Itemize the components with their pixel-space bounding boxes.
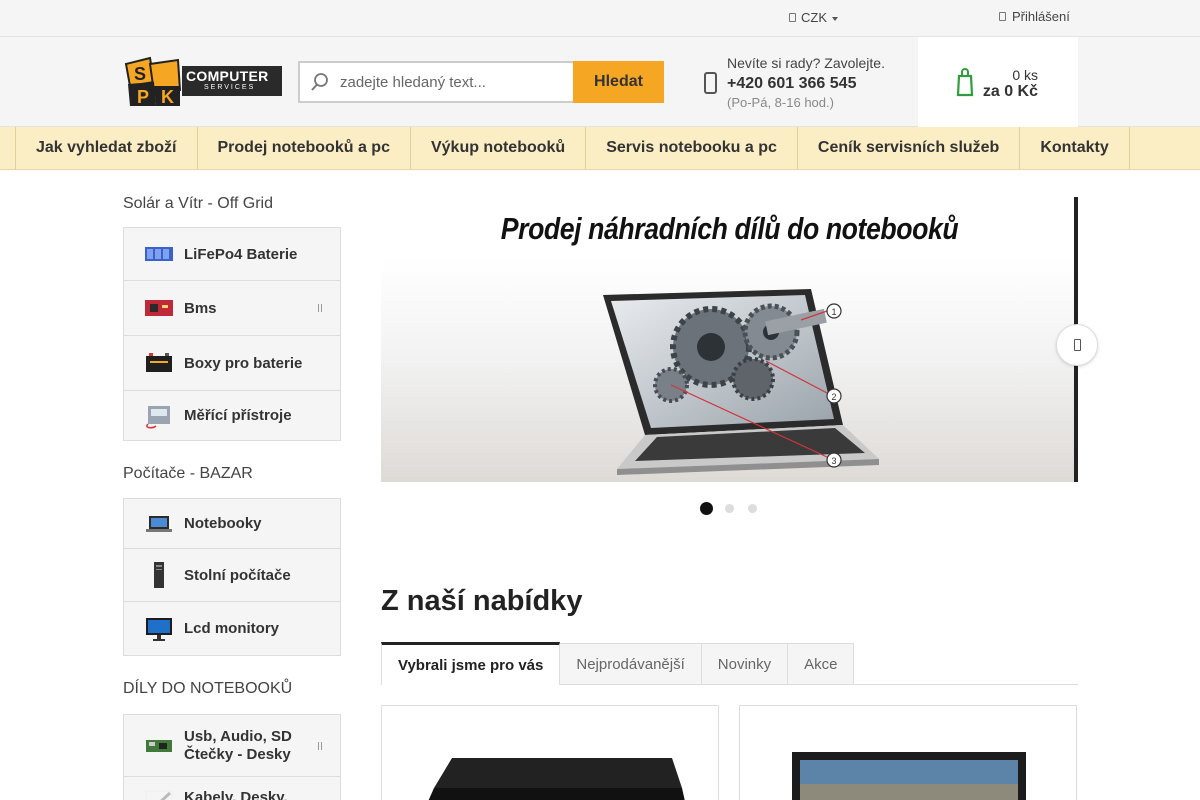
monitor-icon	[146, 617, 172, 641]
laptop-icon	[146, 515, 172, 532]
svg-text:K: K	[161, 87, 174, 107]
desktop-tower-icon	[154, 562, 164, 588]
svg-text:S: S	[134, 64, 146, 84]
sidebar-list-parts: Usb, Audio, SD Čtečky - Desky Kabely, De…	[123, 714, 341, 800]
currency-label: CZK	[801, 10, 827, 25]
product-card[interactable]	[381, 705, 719, 800]
search-box	[298, 61, 573, 103]
carousel-dot-2[interactable]	[724, 503, 735, 514]
sidebar-item-bms[interactable]: Bms	[124, 281, 340, 336]
sidebar-list-offgrid: LiFePo4 Baterie Bms Boxy pro baterie Měř…	[123, 227, 341, 441]
circuit-board-icon	[145, 300, 173, 316]
logo-line2: SERVICES	[204, 84, 256, 91]
currency-selector[interactable]: CZK	[789, 10, 838, 25]
contact-block: Nevíte si rady? Zavolejte. +420 601 366 …	[727, 55, 885, 110]
tab-new[interactable]: Novinky	[701, 643, 789, 685]
sidebar-item-label: Boxy pro baterie	[184, 354, 303, 372]
sidebar-item-usb-audio[interactable]: Usb, Audio, SD Čtečky - Desky	[124, 715, 340, 777]
chevron-right-icon	[1073, 339, 1081, 351]
hero-banner[interactable]: Prodej náhradních dílů do notebooků 1 2 …	[381, 197, 1078, 482]
nav-item-sales[interactable]: Prodej notebooků a pc	[198, 127, 411, 169]
callout-label: 2	[831, 392, 836, 402]
contact-question: Nevíte si rady? Zavolejte.	[727, 55, 885, 71]
svg-text:P: P	[137, 87, 149, 107]
sidebar-item-notebooks[interactable]: Notebooky	[124, 499, 340, 549]
login-label: Přihlášení	[1012, 9, 1070, 24]
logo-line1: COMPUTER	[186, 68, 269, 84]
main-nav: Jak vyhledat zboží Prodej notebooků a pc…	[0, 127, 1200, 170]
cart-icon	[956, 68, 974, 97]
user-icon	[999, 12, 1006, 21]
logo-wordmark: COMPUTER SERVICES	[182, 66, 282, 96]
sidebar-item-label: LiFePo4 Baterie	[184, 245, 298, 263]
sidebar-item-meters[interactable]: Měřící přístroje	[124, 391, 340, 440]
search-form: Hledat	[298, 61, 664, 103]
sidebar-list-bazar: Notebooky Stolní počítače Lcd monitory	[123, 498, 341, 656]
nav-item-pricelist[interactable]: Ceník servisních služeb	[798, 127, 1021, 169]
sidebar-item-desktops[interactable]: Stolní počítače	[124, 549, 340, 602]
cart-quantity: 0 ks	[1012, 67, 1038, 83]
tab-recommended[interactable]: Vybrali jsme pro vás	[381, 642, 561, 685]
sidebar-heading-parts[interactable]: DÍLY DO NOTEBOOKŮ	[123, 680, 292, 698]
logo-mark-icon: S P K	[124, 56, 182, 107]
search-input[interactable]	[340, 73, 560, 91]
sidebar-item-label: Usb, Audio, SD Čtečky - Desky	[184, 727, 292, 763]
offers-tabs: Vybrali jsme pro vás Nejprodávanější Nov…	[381, 642, 1078, 685]
carousel-dots	[700, 502, 759, 515]
expand-icon[interactable]	[318, 741, 322, 750]
product-image	[792, 752, 1026, 800]
nav-item-search-help[interactable]: Jak vyhledat zboží	[16, 127, 198, 169]
contact-phone[interactable]: +420 601 366 545	[727, 75, 885, 93]
carousel-dot-3[interactable]	[747, 503, 758, 514]
nav-item-contacts[interactable]: Kontakty	[1020, 127, 1130, 169]
phone-icon	[704, 72, 717, 94]
nav-item-buyback[interactable]: Výkup notebooků	[411, 127, 587, 169]
sidebar-item-label: Notebooky	[184, 515, 262, 532]
product-image	[428, 758, 685, 800]
meter-icon	[146, 405, 170, 428]
sidebar-item-lifepo4[interactable]: LiFePo4 Baterie	[124, 228, 340, 281]
logo[interactable]: S P K COMPUTER SERVICES	[124, 56, 282, 108]
chevron-down-icon	[832, 16, 838, 21]
battery-icon	[145, 247, 173, 261]
carousel-dot-1[interactable]	[700, 502, 713, 515]
tab-sale[interactable]: Akce	[788, 643, 855, 685]
sidebar-item-lcd-monitors[interactable]: Lcd monitory	[124, 602, 340, 655]
callout-label: 3	[831, 456, 836, 466]
carousel-next-button[interactable]	[1056, 324, 1098, 366]
search-icon	[311, 73, 328, 91]
sidebar-item-label: Stolní počítače	[184, 566, 291, 584]
cart-button[interactable]: 0 ks za 0 Kč	[918, 37, 1078, 127]
nav-item-service[interactable]: Servis notebooku a pc	[586, 127, 798, 169]
sidebar-item-battery-boxes[interactable]: Boxy pro baterie	[124, 336, 340, 391]
cable-icon	[145, 790, 173, 800]
cart-total: za 0 Kč	[982, 83, 1038, 100]
search-button[interactable]: Hledat	[573, 61, 664, 103]
offers-heading: Z naší nabídky	[381, 585, 583, 617]
product-card[interactable]	[739, 705, 1077, 800]
sidebar-item-label: Kabely, Desky,	[184, 789, 288, 800]
sidebar-heading-bazar[interactable]: Počítače - BAZAR	[123, 465, 253, 483]
sidebar-item-cables[interactable]: Kabely, Desky,	[124, 777, 340, 800]
tab-bestsellers[interactable]: Nejprodávanější	[560, 643, 702, 685]
contact-hours: (Po-Pá, 8-16 hod.)	[727, 95, 834, 110]
callout-label: 1	[831, 307, 836, 317]
sidebar-item-label: Lcd monitory	[184, 620, 280, 637]
sidebar-item-label: Bms	[184, 299, 217, 317]
laptop-parts-illustration: 1 2 3	[381, 197, 1078, 482]
top-bar: CZK Přihlášení	[0, 0, 1200, 37]
battery-box-icon	[146, 353, 172, 372]
sidebar-heading-offgrid[interactable]: Solár a Vítr - Off Grid	[123, 195, 273, 213]
header: S P K COMPUTER SERVICES Hledat Nevíte si…	[0, 37, 1200, 127]
login-link[interactable]: Přihlášení	[999, 9, 1070, 24]
currency-icon	[789, 13, 796, 22]
expand-icon[interactable]	[318, 304, 322, 312]
sidebar-item-label: Měřící přístroje	[184, 407, 292, 424]
pcb-icon	[146, 739, 172, 752]
